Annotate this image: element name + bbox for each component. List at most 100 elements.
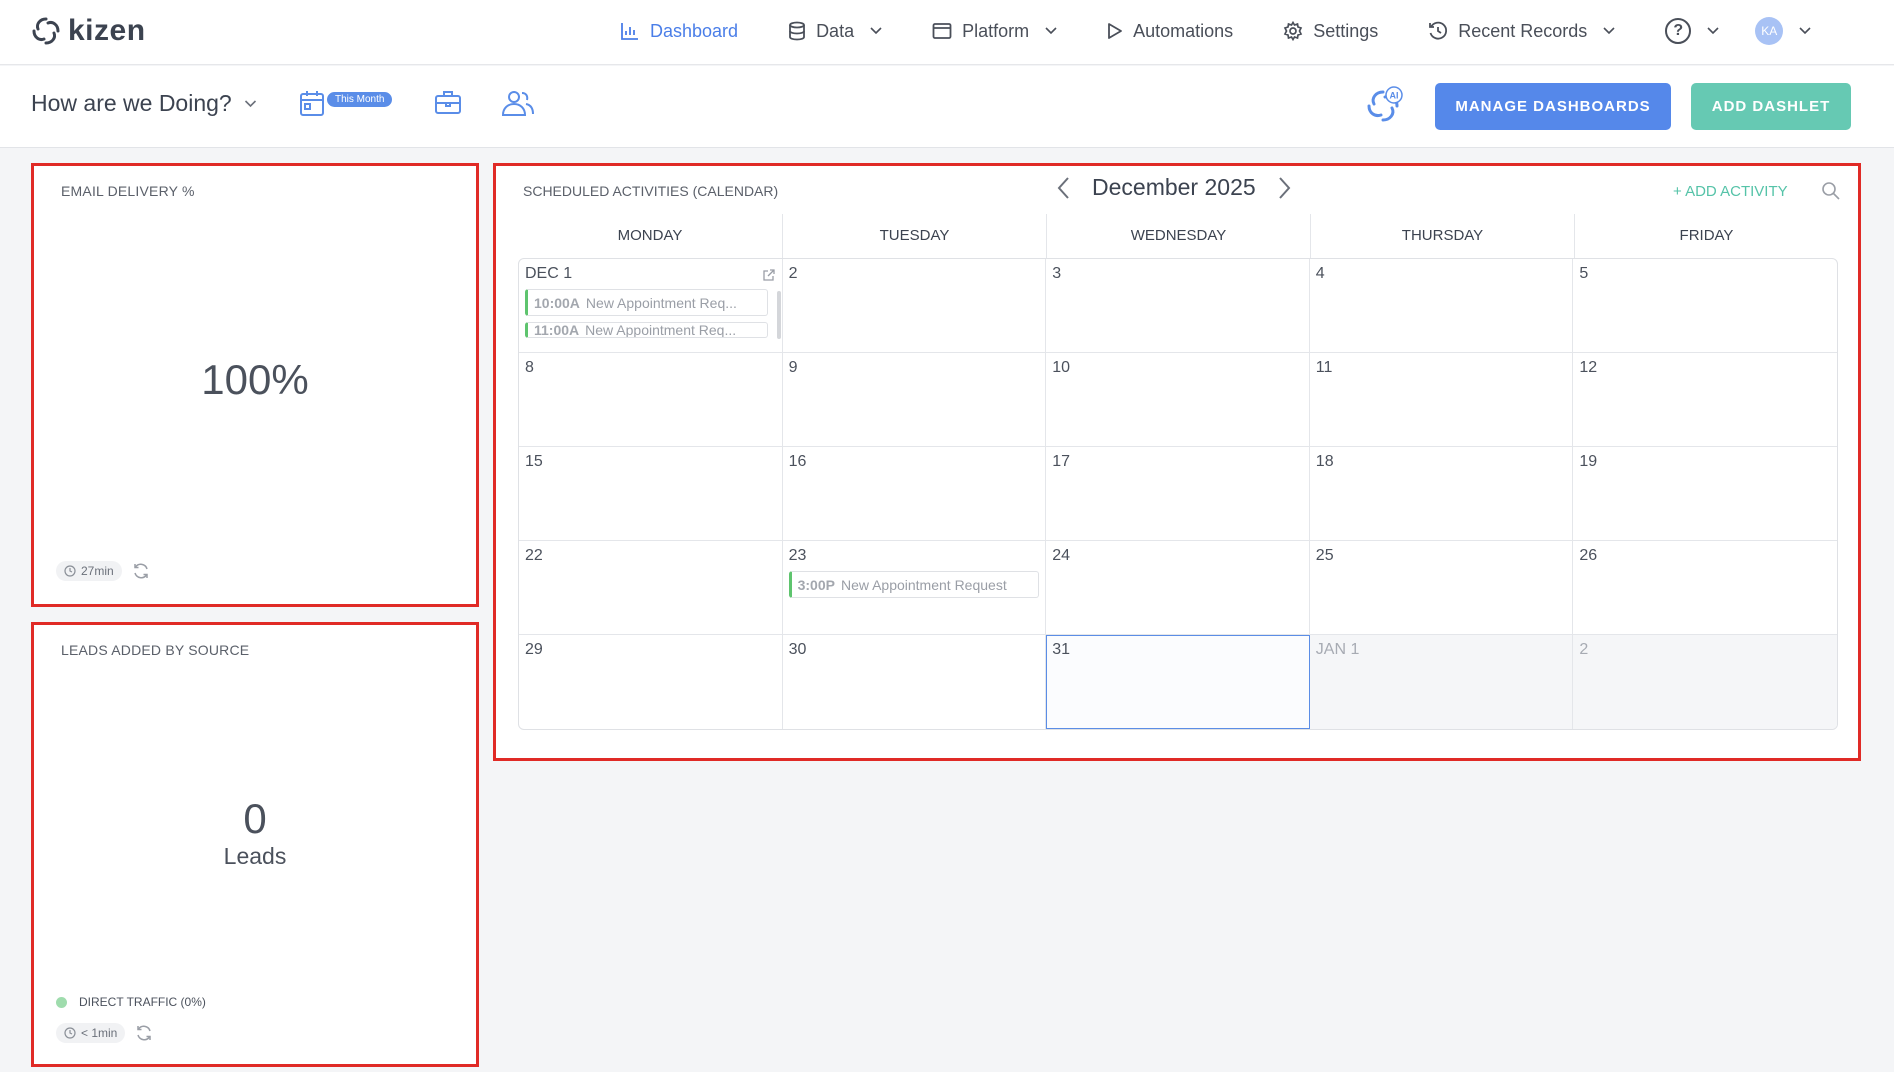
event-time: 11:00A [534, 322, 580, 338]
weekday-label: MONDAY [617, 227, 683, 244]
day-number: 23 [788, 547, 807, 564]
calendar-event[interactable]: 3:00P New Appointment Request [788, 571, 1040, 598]
chevron-left-icon[interactable] [1056, 176, 1070, 200]
ai-assistant-icon[interactable]: AI [1363, 86, 1405, 126]
database-icon [789, 21, 805, 41]
add-dashlet-button[interactable]: ADD DASHLET [1691, 83, 1851, 130]
refresh-age-chip: 27min [56, 561, 122, 581]
calendar-event[interactable]: 10:00A New Appointment Req... [525, 289, 768, 316]
leads-count: 0 [243, 795, 267, 842]
day-number: 30 [788, 641, 807, 658]
day-number: 19 [1579, 453, 1598, 470]
calendar-event[interactable]: 11:00A New Appointment Req... [525, 322, 768, 338]
team-icon[interactable] [500, 89, 536, 117]
calendar-day-cell[interactable]: 24 [1046, 541, 1310, 635]
play-icon [1108, 23, 1123, 39]
event-title: New Appointment Req... [585, 294, 737, 311]
kizen-swirl-icon [32, 17, 60, 45]
day-number: 17 [1052, 453, 1070, 470]
weekday-header: MONDAY TUESDAY WEDNESDAY THURSDAY FRIDAY [518, 214, 1838, 258]
chevron-right-icon[interactable] [1278, 176, 1292, 200]
calendar-day-cell[interactable]: 2 [1573, 635, 1837, 729]
chevron-down-icon [1603, 27, 1615, 35]
history-icon [1429, 21, 1448, 40]
refresh-icon[interactable] [132, 562, 150, 580]
window-icon [932, 23, 952, 39]
day-number: 31 [1052, 641, 1070, 658]
calendar-day-cell[interactable]: 31 [1046, 635, 1310, 729]
day-number: 12 [1579, 359, 1598, 376]
calendar-day-cell[interactable]: 19 [1573, 447, 1837, 541]
chevron-down-icon [1707, 27, 1719, 35]
day-number: 11 [1315, 359, 1333, 376]
event-time: 3:00P [797, 576, 835, 593]
open-day-icon[interactable] [762, 268, 776, 282]
calendar-day-cell[interactable]: 22 [519, 541, 783, 635]
calendar-day-cell[interactable]: 26 [1573, 541, 1837, 635]
day-number: 15 [525, 453, 543, 470]
nav-automations[interactable]: Automations [1107, 21, 1233, 42]
brand-name: kizen [68, 14, 146, 47]
day-number: 2 [788, 265, 798, 282]
nav-platform-label: Platform [962, 20, 1030, 41]
dashlet-meta: < 1min [56, 1023, 153, 1043]
nav-platform[interactable]: Platform [932, 21, 1057, 42]
day-number: 24 [1052, 547, 1070, 564]
user-menu[interactable]: KA [1755, 17, 1811, 45]
calendar-filter-icon[interactable] [299, 89, 325, 117]
event-title: New Appointment Request [840, 576, 1007, 593]
calendar-day-cell[interactable]: 15 [519, 447, 783, 541]
calendar-day-cell[interactable]: 11 [1309, 353, 1574, 447]
nav-dashboard[interactable]: Dashboard [620, 21, 738, 42]
calendar-day-cell[interactable]: 16 [782, 447, 1047, 541]
calendar-day-cell[interactable]: 10 [1046, 353, 1310, 447]
refresh-icon[interactable] [135, 1024, 153, 1042]
calendar-day-cell[interactable]: 2 [782, 259, 1047, 353]
calendar-day-cell[interactable]: JAN 1 [1309, 635, 1574, 729]
nav-recent-records[interactable]: Recent Records [1428, 21, 1615, 42]
dashlet-meta: 27min [56, 561, 150, 581]
day-number: 10 [1052, 359, 1070, 376]
calendar-day-cell[interactable]: 23 3:00P New Appointment Request [782, 541, 1047, 635]
day-number: 18 [1315, 453, 1334, 470]
day-number: 9 [788, 359, 798, 376]
day-number: 29 [525, 641, 543, 658]
day-number: DEC 1 [525, 265, 573, 282]
calendar-day-cell[interactable]: 8 [519, 353, 783, 447]
day-number: 26 [1579, 547, 1598, 564]
search-icon[interactable] [1821, 181, 1841, 201]
add-activity-button[interactable]: + ADD ACTIVITY [1673, 183, 1788, 200]
leads-by-source-dashlet: LEADS ADDED BY SOURCE 0 Leads DIRECT TRA… [31, 622, 479, 1067]
month-navigator: December 2025 [1056, 174, 1292, 201]
briefcase-icon[interactable] [434, 89, 462, 115]
day-number: 3 [1052, 265, 1062, 282]
scrollbar-thumb[interactable] [776, 291, 781, 339]
calendar-day-cell[interactable]: 30 [783, 635, 1047, 729]
calendar-day-cell[interactable]: 25 [1309, 541, 1574, 635]
dashboard-selector[interactable]: How are we Doing? [31, 90, 257, 117]
date-filter-badge[interactable]: This Month [327, 92, 393, 107]
calendar-day-cell[interactable]: 5 [1573, 259, 1837, 353]
help-menu[interactable]: ? [1665, 18, 1719, 44]
nav-data[interactable]: Data [788, 21, 882, 42]
dashboard-name: How are we Doing? [31, 90, 232, 116]
calendar-day-cell[interactable]: 29 [519, 635, 783, 729]
calendar-day-cell[interactable]: 4 [1309, 259, 1574, 353]
nav-settings[interactable]: Settings [1283, 21, 1378, 42]
legend-swatch [56, 996, 67, 1008]
calendar-day-cell[interactable]: 12 [1573, 353, 1837, 447]
avatar: KA [1755, 17, 1784, 45]
nav-automations-label: Automations [1133, 20, 1234, 41]
kizen-logo[interactable]: kizen [30, 14, 146, 48]
calendar-day-cell[interactable]: 3 [1046, 259, 1310, 353]
calendar-day-cell[interactable]: 9 [782, 353, 1047, 447]
calendar-day-cell[interactable]: 17 [1046, 447, 1310, 541]
email-delivery-dashlet: EMAIL DELIVERY % 100% 27min [31, 163, 479, 607]
nav-dashboard-label: Dashboard [650, 20, 739, 41]
gear-icon [1283, 21, 1303, 41]
calendar-day-cell[interactable]: DEC 1 10:00A New Appointment Req... 11:00A N… [519, 259, 783, 353]
chevron-down-icon [1799, 27, 1811, 35]
manage-dashboards-button[interactable]: MANAGE DASHBOARDS [1435, 83, 1671, 130]
calendar-day-cell[interactable]: 18 [1309, 447, 1574, 541]
day-number: 4 [1315, 265, 1325, 282]
